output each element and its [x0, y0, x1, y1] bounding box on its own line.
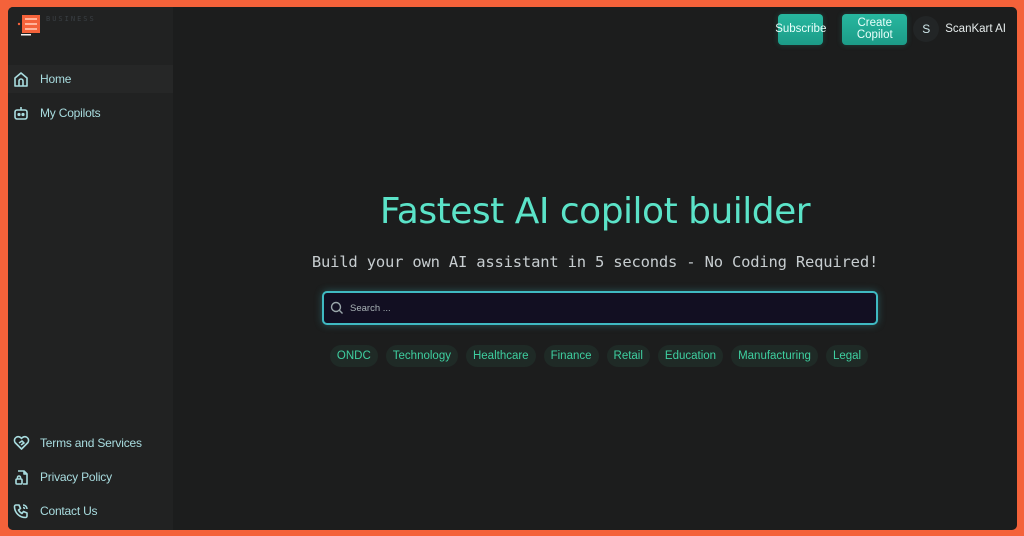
home-icon	[12, 70, 30, 88]
category-chip-legal[interactable]: Legal	[825, 345, 869, 367]
search-bar	[322, 291, 878, 325]
top-bar: Subscribe Create Copilot S ScanKart AI	[775, 7, 1017, 51]
app-window: BUSINESS Home My Copilots Terms and Serv…	[8, 7, 1017, 530]
robot-icon	[12, 104, 30, 122]
sidebar-item-my-copilots[interactable]: My Copilots	[8, 99, 173, 127]
category-chip-manufacturing[interactable]: Manufacturing	[731, 345, 818, 367]
category-chip-technology[interactable]: Technology	[385, 345, 458, 367]
category-chip-retail[interactable]: Retail	[606, 345, 650, 367]
category-chip-healthcare[interactable]: Healthcare	[465, 345, 536, 367]
page-title: Fastest AI copilot builder	[379, 191, 811, 232]
logo-icon	[17, 15, 40, 36]
brand-logo[interactable]: BUSINESS	[12, 11, 102, 39]
user-name[interactable]: ScanKart AI	[945, 23, 1006, 35]
sidebar: BUSINESS Home My Copilots Terms and Serv…	[8, 7, 173, 530]
category-chip-finance[interactable]: Finance	[543, 345, 599, 367]
search-icon	[330, 301, 343, 314]
file-lock-icon	[12, 468, 30, 486]
search-input[interactable]	[348, 301, 876, 315]
logo-text: BUSINESS	[46, 15, 96, 23]
sidebar-item-contact[interactable]: Contact Us	[8, 497, 173, 525]
heart-handshake-icon	[12, 434, 30, 452]
sidebar-item-label: Contact Us	[40, 504, 98, 518]
sidebar-item-terms[interactable]: Terms and Services	[8, 429, 173, 457]
category-chip-education[interactable]: Education	[657, 345, 724, 367]
sidebar-item-label: Terms and Services	[40, 436, 142, 450]
sidebar-item-label: Home	[40, 72, 72, 86]
sidebar-item-label: Privacy Policy	[40, 470, 112, 484]
main-content: Subscribe Create Copilot S ScanKart AI F…	[173, 7, 1017, 530]
sidebar-item-label: My Copilots	[40, 106, 101, 120]
category-chips: ONDC Technology Healthcare Finance Retai…	[173, 345, 1017, 367]
page-subtitle: Build your own AI assistant in 5 seconds…	[311, 253, 879, 271]
category-chip-ondc[interactable]: ONDC	[329, 345, 378, 367]
subscribe-button[interactable]: Subscribe	[775, 13, 826, 45]
avatar[interactable]: S	[913, 16, 940, 42]
phone-call-icon	[12, 502, 30, 520]
sidebar-item-privacy[interactable]: Privacy Policy	[8, 463, 173, 491]
sidebar-item-home[interactable]: Home	[8, 65, 173, 93]
create-copilot-button[interactable]: Create Copilot	[842, 13, 908, 45]
